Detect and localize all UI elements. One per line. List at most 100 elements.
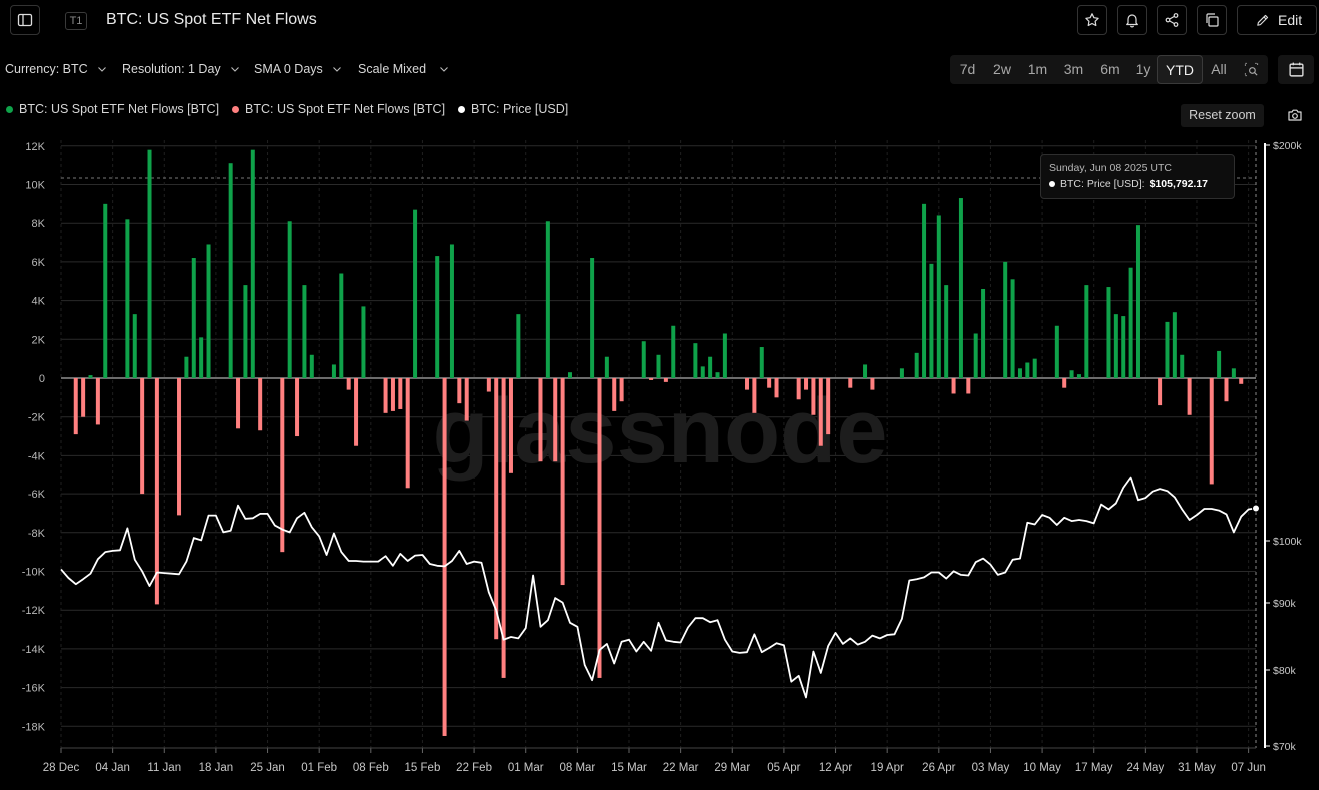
alert-button[interactable]	[1117, 5, 1147, 35]
outflow-bar	[612, 378, 617, 411]
x-tick-label: 15 Feb	[405, 762, 441, 774]
page-title: BTC: US Spot ETF Net Flows	[106, 11, 317, 28]
inflow-bar	[1128, 267, 1133, 378]
y-left-tick-label: 4K	[32, 296, 46, 308]
inflow-bar	[641, 341, 646, 378]
currency-dropdown[interactable]: Currency: BTC	[5, 62, 106, 76]
inflow-bar	[567, 372, 572, 378]
zoom-select-icon	[1244, 62, 1259, 77]
outflow-bar	[295, 378, 300, 437]
inflow-bar	[228, 163, 233, 378]
range-3m[interactable]: 3m	[1056, 55, 1091, 84]
inflow-bar	[191, 258, 196, 378]
legend-dot	[232, 105, 239, 113]
zoom-select-button[interactable]	[1235, 55, 1268, 84]
x-tick-label: 01 Feb	[301, 762, 337, 774]
chevron-down-icon	[332, 67, 341, 72]
outflow-bar	[966, 378, 971, 394]
outflow-bar	[177, 378, 182, 516]
y-left-tick-label: 0	[39, 373, 45, 385]
legend-item-inflows[interactable]: BTC: US Spot ETF Net Flows [BTC]	[6, 102, 219, 116]
inflow-bar	[929, 263, 934, 378]
inflow-bar	[103, 203, 108, 378]
range-ytd[interactable]: YTD	[1157, 55, 1203, 84]
inflow-bar	[863, 364, 868, 378]
outflow-bar	[538, 378, 543, 462]
y-right-tick-label: $80k	[1273, 665, 1297, 677]
inflow-bar	[693, 343, 698, 378]
reset-zoom-button[interactable]: Reset zoom	[1181, 104, 1264, 127]
outflow-bar	[95, 378, 100, 425]
inflow-bar	[1135, 225, 1140, 378]
inflow-bar	[656, 354, 661, 378]
inflow-bar	[361, 306, 366, 378]
inflow-bar	[1121, 316, 1126, 378]
inflow-bar	[309, 354, 314, 378]
tooltip-date: Sunday, Jun 08 2025 UTC	[1049, 162, 1172, 174]
chart-tooltip: Sunday, Jun 08 2025 UTC BTC: Price [USD]…	[1040, 154, 1235, 199]
outflow-bar	[508, 378, 513, 473]
inflow-bar	[339, 273, 344, 378]
x-tick-label: 01 Mar	[508, 762, 544, 774]
inflow-bar	[1165, 321, 1170, 378]
outflow-bar	[1224, 378, 1229, 402]
price-hover-point	[1252, 504, 1260, 513]
inflow-bar	[1231, 368, 1236, 378]
y-left-tick-label: 6K	[32, 257, 46, 269]
favorite-button[interactable]	[1077, 5, 1107, 35]
resolution-dropdown[interactable]: Resolution: 1 Day	[122, 62, 239, 76]
x-tick-label: 19 Apr	[871, 762, 904, 774]
legend-item-outflows[interactable]: BTC: US Spot ETF Net Flows [BTC]	[232, 102, 445, 116]
price-layer	[60, 476, 1260, 699]
inflow-bar	[516, 314, 521, 378]
scale-dropdown[interactable]: Scale Mixed	[358, 62, 448, 76]
inflow-bar	[1172, 312, 1177, 378]
x-tick-label: 12 Apr	[819, 762, 852, 774]
range-7d[interactable]: 7d	[950, 55, 985, 84]
inflow-bar	[759, 347, 764, 378]
duplicate-button[interactable]	[1197, 5, 1227, 35]
x-tick-label: 28 Dec	[43, 762, 80, 774]
outflow-bar	[796, 378, 801, 400]
inflow-bar	[1003, 261, 1008, 378]
x-tick-label: 29 Mar	[714, 762, 750, 774]
outflow-bar	[73, 378, 78, 435]
outflow-bar	[442, 378, 447, 736]
inflow-bar	[147, 149, 152, 378]
copy-icon	[1206, 13, 1219, 27]
sma-dropdown[interactable]: SMA 0 Days	[254, 62, 341, 76]
legend-item-price[interactable]: BTC: Price [USD]	[458, 102, 568, 116]
outflow-bar	[745, 378, 750, 390]
range-2w[interactable]: 2w	[985, 55, 1019, 84]
chart-area: glassnode 12K10K8K6K4K2K0-2K-4K-6K-8K-10…	[22, 140, 1302, 774]
inflow-bar	[1217, 350, 1222, 378]
share-button[interactable]	[1157, 5, 1187, 35]
screenshot-button[interactable]	[1287, 107, 1303, 128]
inflow-bar	[302, 285, 307, 378]
legend-dot	[6, 105, 13, 113]
y-right-tick-label: $200k	[1273, 140, 1302, 152]
inflow-bar	[604, 356, 609, 378]
outflow-bar	[870, 378, 875, 390]
range-6m[interactable]: 6m	[1091, 55, 1129, 84]
y-left-tick-label: 2K	[32, 334, 46, 346]
outflow-bar	[1158, 378, 1163, 406]
range-1y[interactable]: 1y	[1129, 55, 1157, 84]
outflow-bar	[398, 378, 403, 409]
outflow-bar	[553, 378, 558, 462]
x-tick-label: 18 Jan	[199, 762, 234, 774]
x-tick-label: 31 May	[1178, 762, 1216, 774]
y-left-tick-label: -16K	[22, 683, 46, 695]
outflow-bar	[383, 378, 388, 413]
edit-button[interactable]: Edit	[1237, 5, 1317, 35]
date-picker-button[interactable]	[1278, 55, 1314, 84]
x-tick-label: 24 May	[1126, 762, 1164, 774]
x-tick-label: 26 Apr	[922, 762, 955, 774]
sidebar-toggle-button[interactable]	[10, 5, 40, 35]
resolution-label: Resolution: 1 Day	[122, 62, 221, 76]
range-1m[interactable]: 1m	[1019, 55, 1056, 84]
inflow-bar	[1054, 325, 1059, 378]
chevron-down-icon	[440, 67, 448, 72]
outflow-bar	[774, 378, 779, 398]
range-all[interactable]: All	[1203, 55, 1235, 84]
